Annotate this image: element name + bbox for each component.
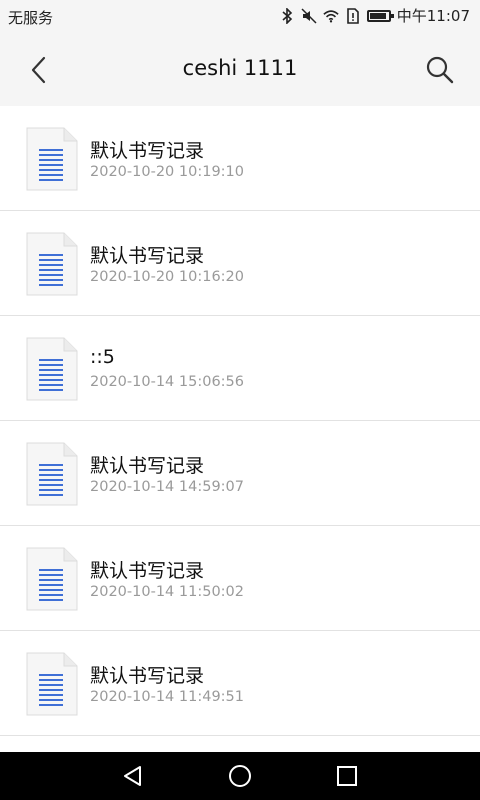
status-bar: 无服务 中午11:07 (0, 0, 480, 34)
file-name: 默认书写记录 (90, 140, 205, 162)
back-button[interactable] (24, 54, 54, 86)
file-date: 2020-10-20 10:19:10 (90, 164, 244, 180)
battery-icon (366, 9, 394, 22)
nav-back-button[interactable] (119, 762, 147, 790)
document-icon (26, 652, 78, 716)
file-list: 默认书写记录 2020-10-20 10:19:10 默认书写记录 2020-10-2… (0, 106, 480, 736)
back-triangle-icon (124, 766, 141, 786)
battery-level (369, 12, 386, 19)
file-row[interactable]: 默认书写记录 2020-10-14 11:49:51 (0, 631, 480, 736)
file-row[interactable]: ::52020-10-14 15:06:56 (0, 316, 480, 421)
file-name: 默认书写记录 (90, 455, 205, 477)
nav-home-button[interactable] (226, 762, 254, 790)
app-header: ceshi 1111 (0, 34, 480, 106)
sim-alert-icon (345, 7, 361, 24)
file-date: 2020-10-20 10:16:20 (90, 269, 244, 285)
recents-square-icon (337, 766, 357, 786)
clock: 中午11:07 (396, 7, 470, 25)
document-icon (26, 442, 78, 506)
home-circle-icon (229, 765, 251, 787)
wifi-icon (323, 8, 339, 24)
file-name: 默认书写记录 (90, 560, 205, 582)
bluetooth-icon (279, 7, 295, 24)
file-name: 默认书写记录 (90, 245, 205, 267)
chevron-left-icon (31, 56, 46, 84)
document-icon (26, 127, 78, 191)
file-row[interactable]: 默认书写记录 2020-10-14 11:50:02 (0, 526, 480, 631)
file-date: 2020-10-14 15:06:56 (90, 374, 244, 390)
file-date: 2020-10-14 14:59:07 (90, 479, 244, 495)
file-date: 2020-10-14 11:49:51 (90, 689, 244, 705)
navigation-bar (0, 752, 480, 800)
file-row[interactable]: 默认书写记录 2020-10-14 14:59:07 (0, 421, 480, 526)
carrier-text: 无服务 (8, 9, 54, 27)
file-name: ::5 (90, 346, 115, 368)
document-icon (26, 337, 78, 401)
status-icons: 中午11:07 (279, 5, 470, 26)
file-row[interactable]: 默认书写记录 2020-10-20 10:16:20 (0, 211, 480, 316)
page-title: ceshi 1111 (182, 56, 298, 80)
document-icon (26, 232, 78, 296)
mute-icon (301, 7, 317, 24)
file-name: 默认书写记录 (90, 665, 205, 687)
document-icon (26, 547, 78, 611)
nav-recents-button[interactable] (333, 762, 361, 790)
file-date: 2020-10-14 11:50:02 (90, 584, 244, 600)
search-icon (426, 56, 454, 84)
file-row[interactable]: 默认书写记录 2020-10-20 10:19:10 (0, 106, 480, 211)
search-button[interactable] (424, 54, 456, 86)
